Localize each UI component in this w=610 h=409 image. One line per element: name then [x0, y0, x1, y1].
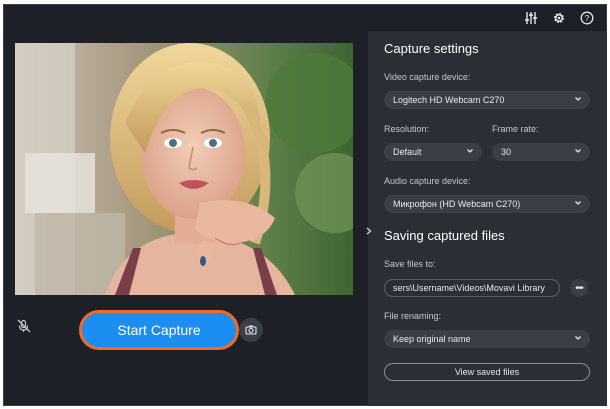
audio-device-value: Микрофон (HD Webcam C270): [393, 199, 521, 209]
save-files-label: Save files to:: [384, 259, 436, 269]
file-renaming-select[interactable]: Keep original name: [384, 330, 590, 348]
view-saved-files-button[interactable]: View saved files: [384, 363, 590, 381]
start-capture-label: Start Capture: [117, 322, 201, 338]
video-device-label: Video capture device:: [384, 72, 471, 82]
frame-rate-value: 30: [501, 147, 512, 157]
file-renaming-label: File renaming:: [384, 311, 442, 321]
gear-icon[interactable]: [550, 9, 568, 27]
chevron-down-icon: [467, 149, 473, 153]
browse-folder-button[interactable]: •••: [570, 279, 588, 297]
chevron-down-icon: [575, 149, 581, 153]
capture-settings-heading: Capture settings: [384, 41, 479, 56]
help-icon[interactable]: ?: [578, 9, 596, 27]
capture-controls: Start Capture: [4, 301, 364, 361]
video-device-select[interactable]: Logitech HD Webcam C270: [384, 91, 590, 109]
equalizer-icon[interactable]: [522, 9, 540, 27]
frame-rate-select[interactable]: 30: [492, 143, 590, 161]
webcam-preview: [15, 43, 353, 295]
collapse-panel-icon[interactable]: [366, 227, 372, 238]
file-renaming-value: Keep original name: [393, 334, 471, 344]
save-path-value: sers\Username\Videos\Movavi Library: [393, 283, 545, 293]
chevron-down-icon: [575, 97, 581, 101]
svg-text:?: ?: [585, 13, 590, 23]
top-bar: ?: [4, 5, 606, 31]
chevron-down-icon: [575, 201, 581, 205]
resolution-select[interactable]: Default: [384, 143, 482, 161]
microphone-muted-icon[interactable]: [17, 319, 31, 333]
snapshot-button[interactable]: [239, 318, 263, 342]
audio-device-select[interactable]: Микрофон (HD Webcam C270): [384, 195, 590, 213]
capture-window: ? Start Capture Capture settings Video c…: [3, 4, 607, 406]
webcam-preview-image: [15, 43, 353, 295]
chevron-down-icon: [575, 336, 581, 340]
resolution-label: Resolution:: [384, 124, 430, 134]
resolution-value: Default: [393, 147, 422, 157]
view-saved-files-label: View saved files: [454, 367, 520, 377]
settings-panel: Capture settings Video capture device: L…: [366, 31, 607, 406]
saving-files-heading: Saving captured files: [384, 228, 505, 243]
frame-rate-label: Frame rate:: [492, 124, 539, 134]
audio-device-label: Audio capture device:: [384, 176, 471, 186]
video-device-value: Logitech HD Webcam C270: [393, 95, 505, 105]
camera-icon: [245, 325, 257, 335]
browse-label: •••: [575, 282, 583, 294]
start-capture-button[interactable]: Start Capture: [79, 310, 239, 350]
top-icons: ?: [522, 9, 596, 27]
save-path-field[interactable]: sers\Username\Videos\Movavi Library: [384, 279, 560, 297]
